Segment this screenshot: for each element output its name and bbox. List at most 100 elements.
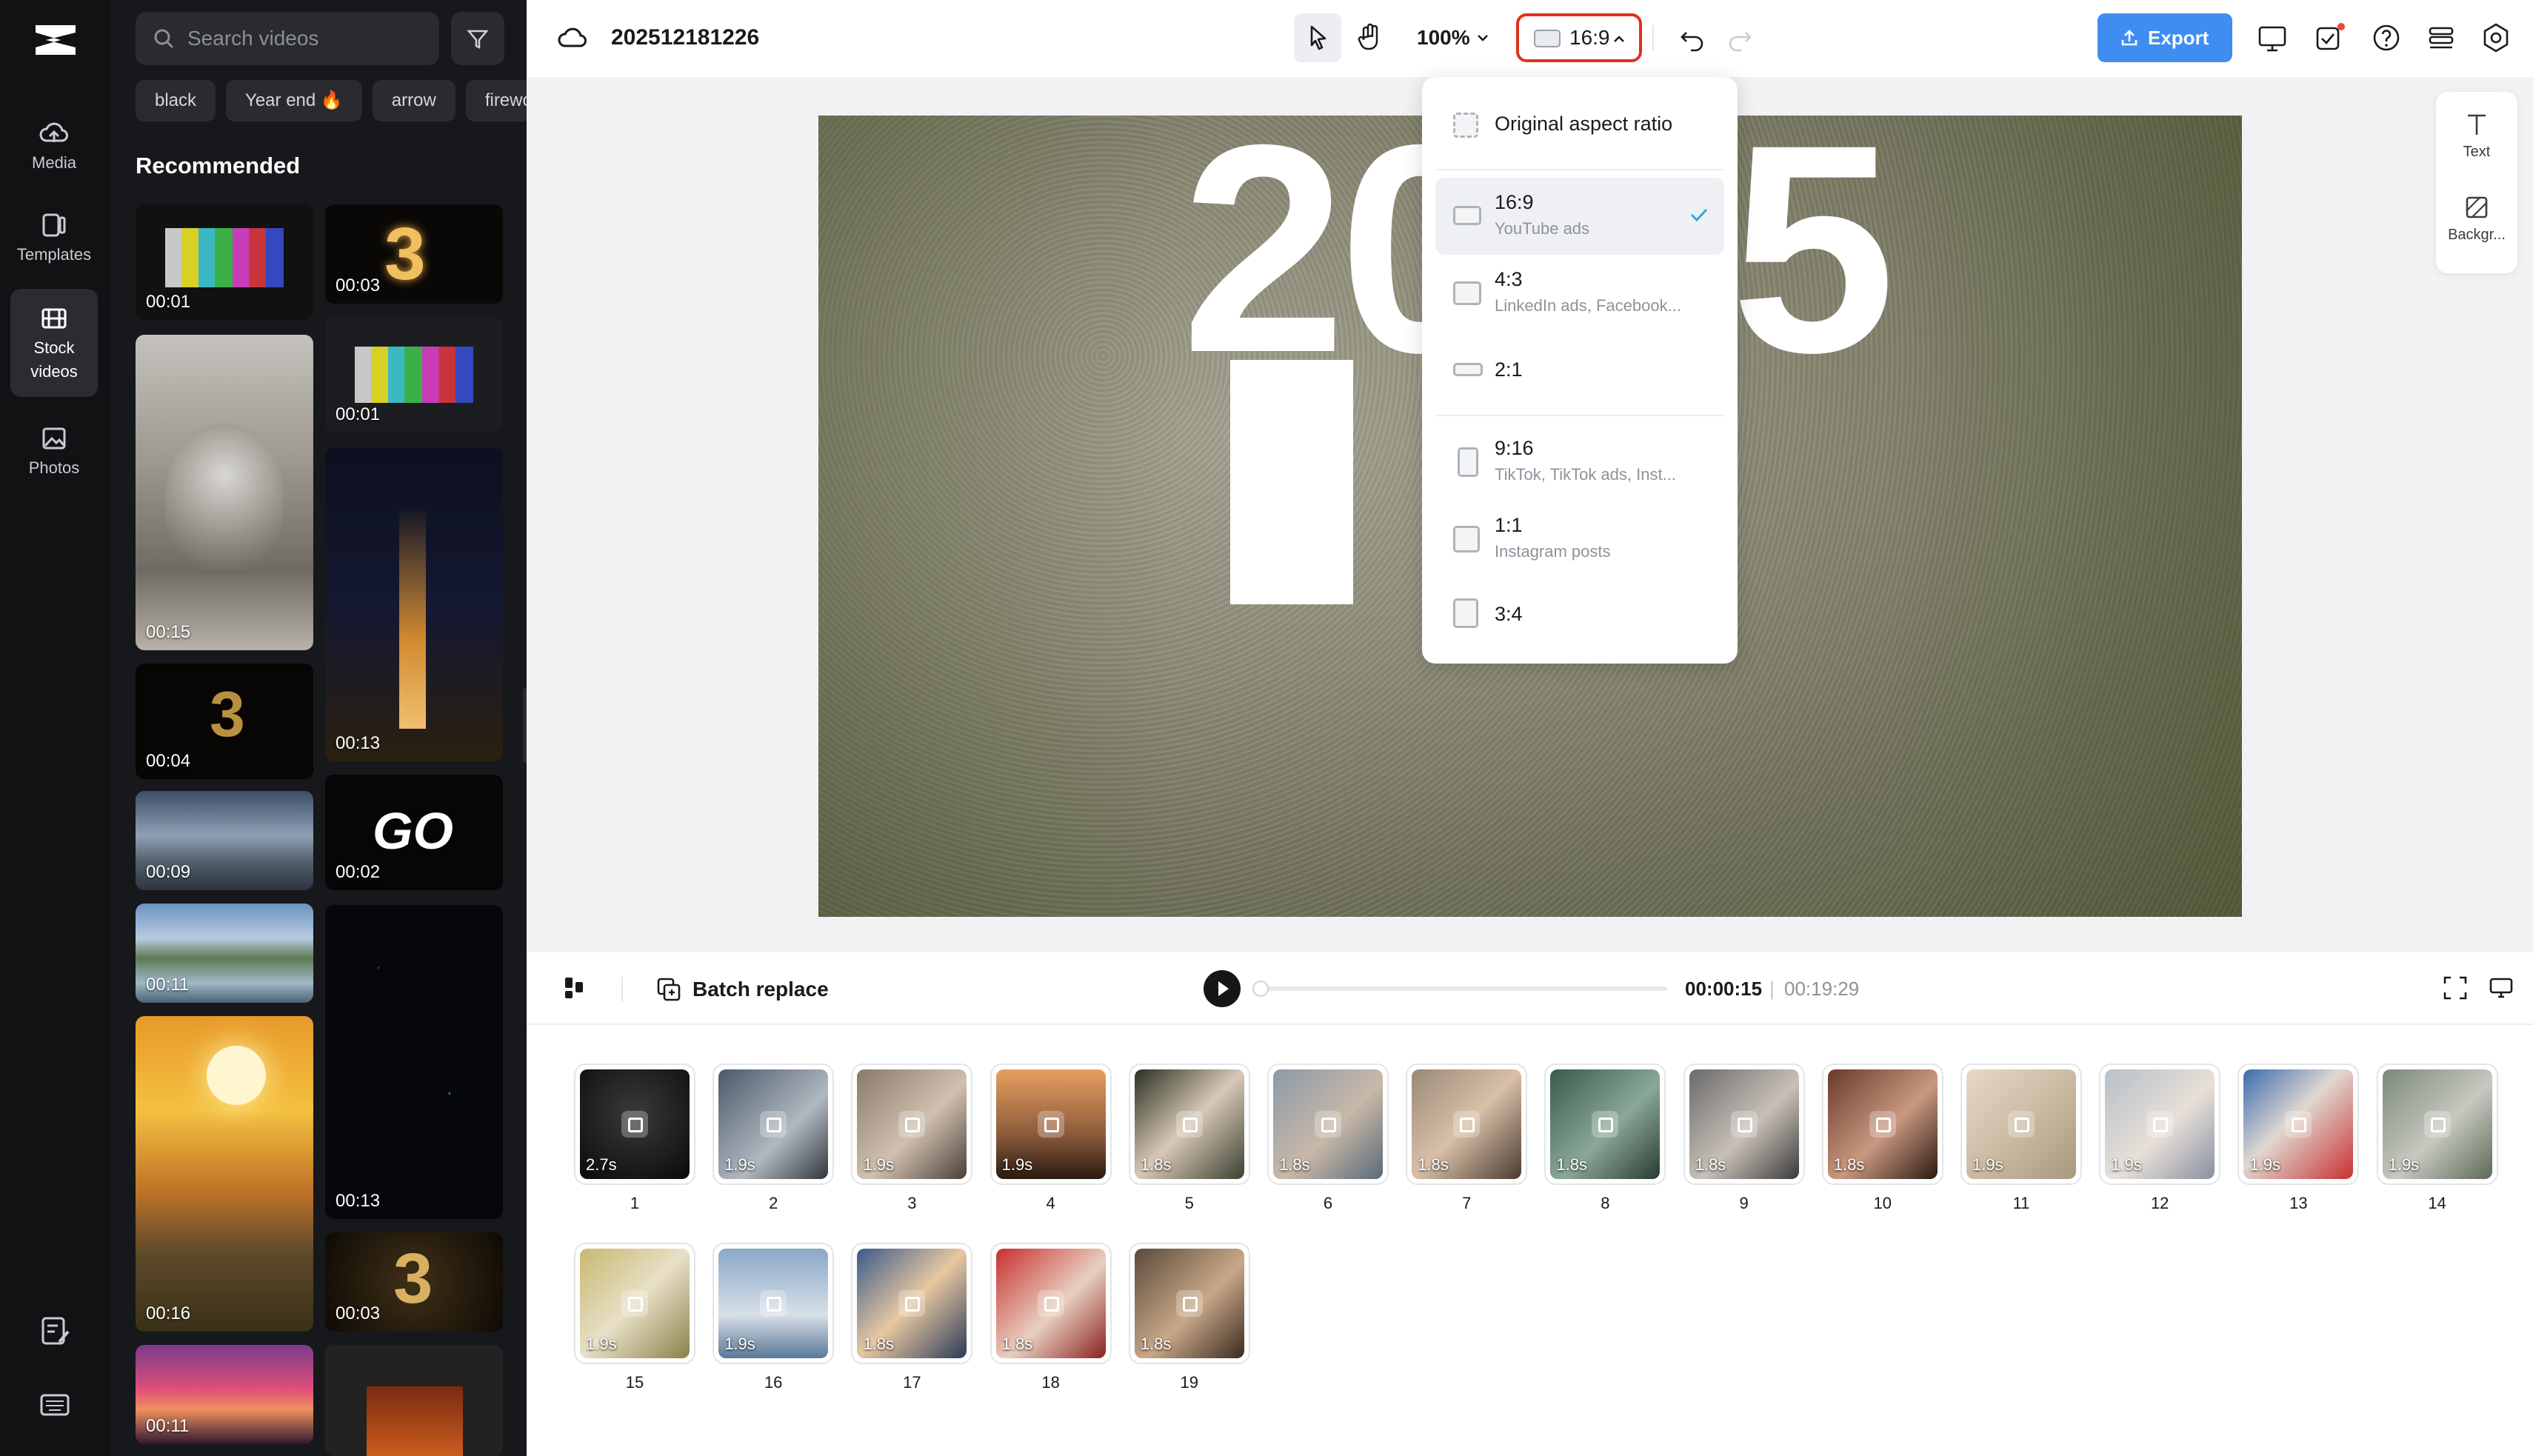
scene-clip[interactable]: 1.8s 17 [851,1243,973,1392]
scene-clip[interactable]: 1.9s 14 [2376,1063,2498,1213]
scene-clip[interactable]: 1.9s 15 [574,1243,695,1392]
overlay-text-digit[interactable]: 5 [1731,116,1895,397]
video-thumb[interactable]: 3 00:04 [136,664,313,779]
scene-clip[interactable]: 1.8s 5 [1128,1063,1250,1213]
play-button[interactable] [1204,970,1241,1007]
video-thumb[interactable]: GO 00:02 [325,775,503,890]
video-thumb[interactable]: 00:13 [325,447,503,761]
aspect-option-1-1[interactable]: 1:1 Instagram posts [1435,501,1724,578]
scene-clip[interactable]: 1.8s 6 [1267,1063,1389,1213]
notification-icon[interactable] [2313,21,2347,55]
replace-icon[interactable] [898,1290,926,1317]
monitor-icon[interactable] [2488,975,2514,1001]
scene-clip[interactable]: 1.9s 13 [2237,1063,2360,1213]
scene-clip[interactable]: 1.8s 7 [1406,1063,1528,1213]
nav-stock-videos[interactable]: Stock videos [10,289,98,397]
replace-icon[interactable] [1175,1290,1203,1317]
nav-media[interactable]: Media [10,111,98,185]
clip-tile[interactable]: 1.9s [712,1063,835,1185]
clip-tile[interactable]: 1.8s [1128,1243,1250,1364]
replace-icon[interactable] [1037,1290,1064,1317]
nav-photos[interactable]: Photos [10,416,98,490]
scene-clip[interactable]: 1.9s 16 [712,1243,835,1392]
clip-tile[interactable]: 1.9s [2376,1063,2498,1185]
video-thumb[interactable]: 00:16 [136,1016,313,1332]
aspect-option-9-16[interactable]: 9:16 TikTok, TikTok ads, Inst... [1435,424,1724,501]
filter-button[interactable] [451,12,504,65]
replace-icon[interactable] [760,1290,787,1317]
scene-clip[interactable]: 1.9s 2 [712,1063,835,1213]
video-thumb[interactable]: 00:01 [136,204,313,320]
tag-chip[interactable]: arrow [372,80,455,121]
layers-icon[interactable] [2424,21,2458,55]
replace-icon[interactable] [1175,1111,1203,1138]
select-tool-button[interactable] [1294,13,1341,62]
video-thumb[interactable] [325,1345,503,1456]
replace-icon[interactable] [1037,1111,1064,1138]
clip-tile[interactable]: 1.8s [1544,1063,1666,1185]
help-icon[interactable] [2369,21,2403,55]
export-button[interactable]: Export [2098,13,2232,62]
aspect-ratio-button[interactable]: 16:9 [1516,13,1642,62]
clip-tile[interactable]: 1.8s [1821,1063,1943,1185]
rail-background[interactable]: Backgr... [2436,194,2517,244]
clip-tile[interactable]: 1.9s [1960,1063,2082,1185]
scene-clip[interactable]: 1.8s 8 [1544,1063,1666,1213]
scene-clip[interactable]: 1.8s 18 [989,1243,1112,1392]
video-thumb[interactable]: 3 00:03 [325,204,503,304]
scene-clip[interactable]: 1.9s 4 [989,1063,1112,1213]
clip-tile[interactable]: 1.8s [989,1243,1112,1364]
video-thumb[interactable]: 00:15 [136,335,313,650]
scene-clip[interactable]: 1.8s 10 [1821,1063,1943,1213]
redo-button[interactable] [1718,13,1762,62]
scene-clip[interactable]: 1.8s 19 [1128,1243,1250,1392]
undo-button[interactable] [1670,13,1715,62]
scene-layout-icon[interactable] [559,973,589,1003]
progress-knob[interactable] [1252,981,1269,997]
tag-chip[interactable]: black [136,80,216,121]
search-input[interactable] [187,12,424,65]
replace-icon[interactable] [1592,1111,1619,1138]
video-thumb[interactable]: 00:13 [325,905,503,1219]
hand-tool-button[interactable] [1346,13,1393,62]
video-thumb[interactable]: 3 00:03 [325,1232,503,1332]
aspect-option-16-9[interactable]: 16:9 YouTube ads [1435,178,1724,255]
tag-chip[interactable]: Year end 🔥 [226,80,362,121]
clip-tile[interactable]: 1.8s [1267,1063,1389,1185]
clip-tile[interactable]: 1.9s [2237,1063,2360,1185]
keyboard-icon[interactable] [36,1386,74,1425]
replace-icon[interactable] [2285,1111,2312,1138]
nav-templates[interactable]: Templates [10,203,98,277]
clip-tile[interactable]: 1.8s [851,1243,973,1364]
aspect-option-4-3[interactable]: 4:3 LinkedIn ads, Facebook... [1435,255,1724,332]
replace-icon[interactable] [1730,1111,1758,1138]
aspect-option-2-1[interactable]: 2:1 [1435,333,1724,404]
clip-tile[interactable]: 1.8s [1683,1063,1805,1185]
aspect-option-original[interactable]: Original aspect ratio [1435,87,1724,158]
scene-clip[interactable]: 1.9s 12 [2099,1063,2221,1213]
replace-icon[interactable] [2146,1111,2174,1138]
scene-clip[interactable]: 1.8s 9 [1683,1063,1805,1213]
clip-tile[interactable]: 1.8s [1406,1063,1528,1185]
scene-clip[interactable]: 1.9s 11 [1960,1063,2082,1213]
clip-tile[interactable]: 1.9s [851,1063,973,1185]
video-thumb[interactable]: 00:01 [325,317,503,433]
cloud-sync-icon[interactable] [558,25,587,50]
aspect-option-3-4[interactable]: 3:4 [1435,578,1724,649]
tag-chip[interactable]: fireworks [465,80,527,121]
overlay-shape[interactable] [1230,360,1353,604]
clip-tile[interactable]: 1.9s [2099,1063,2221,1185]
fullscreen-icon[interactable] [2442,975,2469,1001]
replace-icon[interactable] [1453,1111,1481,1138]
replace-icon[interactable] [1869,1111,1896,1138]
video-thumb[interactable]: 00:11 [136,904,313,1003]
clip-tile[interactable]: 1.9s [574,1243,695,1364]
replace-icon[interactable] [2008,1111,2035,1138]
present-screen-icon[interactable] [2255,21,2289,55]
settings-icon[interactable] [2479,21,2513,55]
video-thumb[interactable]: 00:09 [136,791,313,890]
scene-clip[interactable]: 1.9s 3 [851,1063,973,1213]
scene-clip[interactable]: 2.7s 1 [574,1063,695,1213]
video-thumb[interactable]: 00:11 [136,1345,313,1444]
replace-icon[interactable] [621,1290,648,1317]
